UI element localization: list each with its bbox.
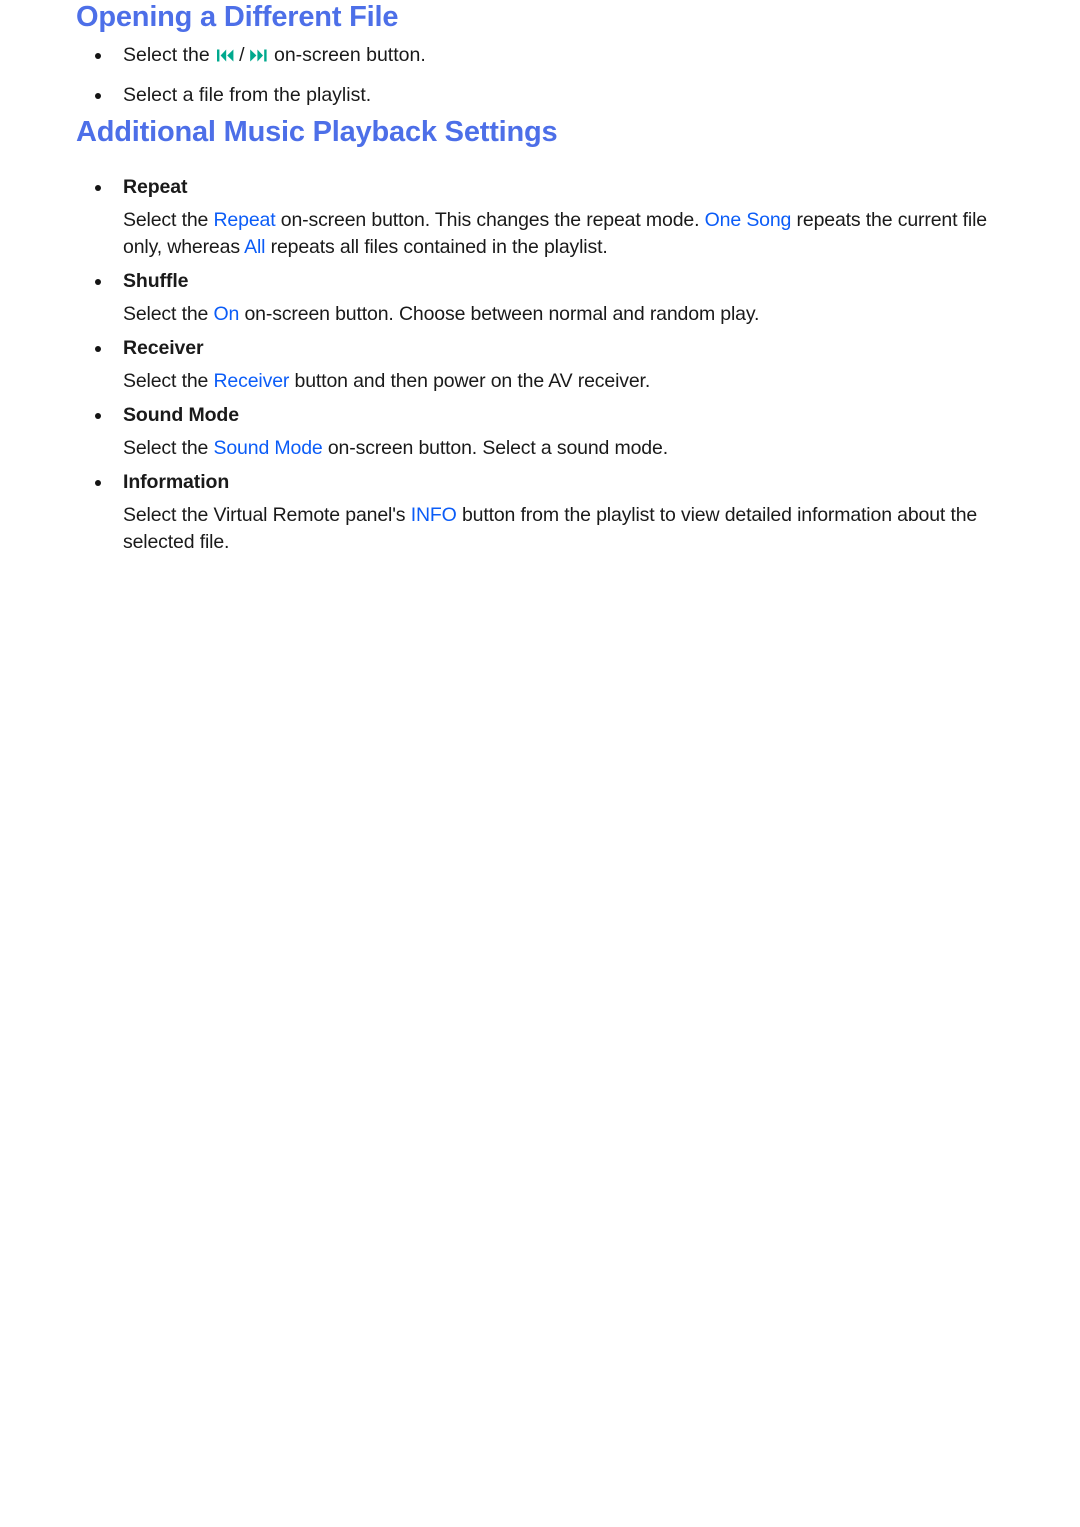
- list-item-onscreen-button: Select the / on-screen button.: [76, 35, 1004, 75]
- setting-description-sound-mode: Select the Sound Mode on-screen button. …: [76, 435, 1004, 462]
- setting-item-sound-mode: Sound Mode: [76, 395, 1004, 435]
- setting-item-information: Information: [76, 462, 1004, 502]
- term-sound-mode: Sound Mode: [213, 436, 323, 459]
- desc-text: Select the: [123, 369, 214, 392]
- bullet-list-opening-file: Select the / on-screen button. Select a …: [76, 35, 1004, 115]
- settings-list-receiver: Receiver: [76, 328, 1004, 368]
- desc-text: repeats all files contained in the playl…: [265, 235, 608, 258]
- setting-description-information: Select the Virtual Remote panel's INFO b…: [76, 502, 1004, 556]
- desc-text: Select the Virtual Remote panel's: [123, 503, 411, 526]
- icon-separator: /: [239, 43, 245, 66]
- setting-label-shuffle: Shuffle: [123, 269, 189, 292]
- setting-item-shuffle: Shuffle: [76, 261, 1004, 301]
- settings-list-sound-mode: Sound Mode: [76, 395, 1004, 435]
- term-info: INFO: [410, 503, 457, 526]
- document-page: Opening a Different File Select the / on…: [0, 0, 1080, 1527]
- bullet-text-before-icons: Select the: [123, 43, 216, 66]
- setting-label-repeat: Repeat: [123, 175, 188, 198]
- setting-label-information: Information: [123, 470, 230, 493]
- term-receiver: Receiver: [213, 369, 290, 392]
- setting-label-sound-mode: Sound Mode: [123, 403, 239, 426]
- setting-label-receiver: Receiver: [123, 336, 204, 359]
- desc-text: Select the: [123, 302, 214, 325]
- desc-text: button and then power on the AV receiver…: [289, 369, 651, 392]
- page-title-opening-a-different-file: Opening a Different File: [76, 1, 399, 33]
- next-track-icon: [249, 49, 267, 62]
- setting-item-receiver: Receiver: [76, 328, 1004, 368]
- term-all: All: [244, 235, 266, 258]
- list-item-select-file: Select a file from the playlist.: [76, 75, 1004, 115]
- previous-track-icon: [217, 49, 234, 62]
- setting-description-repeat: Select the Repeat on-screen button. This…: [76, 207, 1004, 261]
- settings-list-information: Information: [76, 462, 1004, 502]
- bullet-text-after-icons: on-screen button.: [268, 43, 426, 66]
- setting-description-receiver: Select the Receiver button and then powe…: [76, 368, 1004, 395]
- desc-text: on-screen button. Choose between normal …: [239, 302, 760, 325]
- settings-list-shuffle: Shuffle: [76, 261, 1004, 301]
- page-title-additional-music-playback-settings: Additional Music Playback Settings: [76, 115, 558, 148]
- desc-text: Select the: [123, 208, 214, 231]
- desc-text: Select the: [123, 436, 214, 459]
- term-on: On: [213, 302, 240, 325]
- desc-text: on-screen button. This changes the repea…: [275, 208, 705, 231]
- desc-text: on-screen button. Select a sound mode.: [322, 436, 668, 459]
- setting-description-shuffle: Select the On on-screen button. Choose b…: [76, 301, 1004, 328]
- setting-item-repeat: Repeat: [76, 167, 1004, 207]
- term-one-song: One Song: [704, 208, 792, 231]
- term-repeat: Repeat: [213, 208, 276, 231]
- settings-list: Repeat: [76, 167, 1004, 207]
- list-item-label: Select a file from the playlist.: [123, 83, 372, 106]
